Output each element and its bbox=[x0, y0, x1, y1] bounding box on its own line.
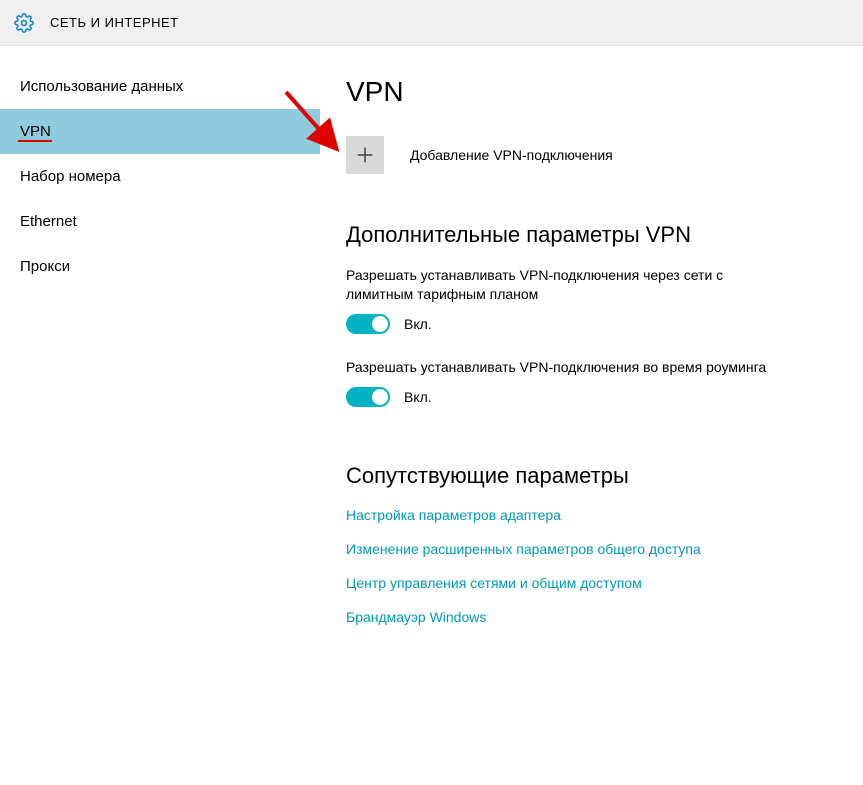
sidebar-item-label: Набор номера bbox=[20, 168, 121, 185]
add-vpn-label: Добавление VPN-подключения bbox=[410, 147, 613, 163]
toggle1-desc: Разрешать устанавливать VPN-подключения … bbox=[346, 266, 786, 304]
sidebar: Использование данных VPN Набор номера Et… bbox=[0, 46, 320, 785]
sidebar-item-label: Использование данных bbox=[20, 78, 183, 95]
sidebar-item-label: Прокси bbox=[20, 258, 70, 275]
sidebar-item-data-usage[interactable]: Использование данных bbox=[0, 64, 320, 109]
related-section-title: Сопутствующие параметры bbox=[346, 463, 853, 489]
sidebar-item-label: VPN bbox=[20, 123, 51, 140]
toggle-metered-vpn[interactable] bbox=[346, 314, 390, 334]
gear-icon bbox=[14, 13, 34, 33]
main-content: VPN Добавление VPN-подключения Дополните… bbox=[320, 46, 863, 785]
annotation-underline bbox=[18, 140, 52, 142]
header-title: СЕТЬ И ИНТЕРНЕТ bbox=[50, 15, 179, 30]
toggle2-row: Вкл. bbox=[346, 387, 853, 407]
link-windows-firewall[interactable]: Брандмауэр Windows bbox=[346, 609, 853, 625]
main-layout: Использование данных VPN Набор номера Et… bbox=[0, 46, 863, 785]
toggle1-label: Вкл. bbox=[404, 316, 432, 332]
add-vpn-row: Добавление VPN-подключения bbox=[346, 136, 853, 174]
sidebar-item-ethernet[interactable]: Ethernet bbox=[0, 199, 320, 244]
page-title: VPN bbox=[346, 76, 853, 108]
toggle-knob bbox=[372, 316, 388, 332]
related-section: Сопутствующие параметры Настройка параме… bbox=[346, 463, 853, 625]
sidebar-item-vpn[interactable]: VPN bbox=[0, 109, 320, 154]
add-vpn-button[interactable] bbox=[346, 136, 384, 174]
toggle-knob bbox=[372, 389, 388, 405]
toggle1-row: Вкл. bbox=[346, 314, 853, 334]
sidebar-item-proxy[interactable]: Прокси bbox=[0, 244, 320, 289]
link-adapter-settings[interactable]: Настройка параметров адаптера bbox=[346, 507, 853, 523]
sidebar-item-label: Ethernet bbox=[20, 213, 77, 230]
toggle2-label: Вкл. bbox=[404, 389, 432, 405]
link-advanced-sharing[interactable]: Изменение расширенных параметров общего … bbox=[346, 541, 853, 557]
sidebar-item-dialup[interactable]: Набор номера bbox=[0, 154, 320, 199]
toggle2-desc: Разрешать устанавливать VPN-подключения … bbox=[346, 358, 786, 377]
link-network-center[interactable]: Центр управления сетями и общим доступом bbox=[346, 575, 853, 591]
window-header: СЕТЬ И ИНТЕРНЕТ bbox=[0, 0, 863, 46]
advanced-section-title: Дополнительные параметры VPN bbox=[346, 222, 853, 248]
toggle-roaming-vpn[interactable] bbox=[346, 387, 390, 407]
plus-icon bbox=[354, 144, 376, 166]
